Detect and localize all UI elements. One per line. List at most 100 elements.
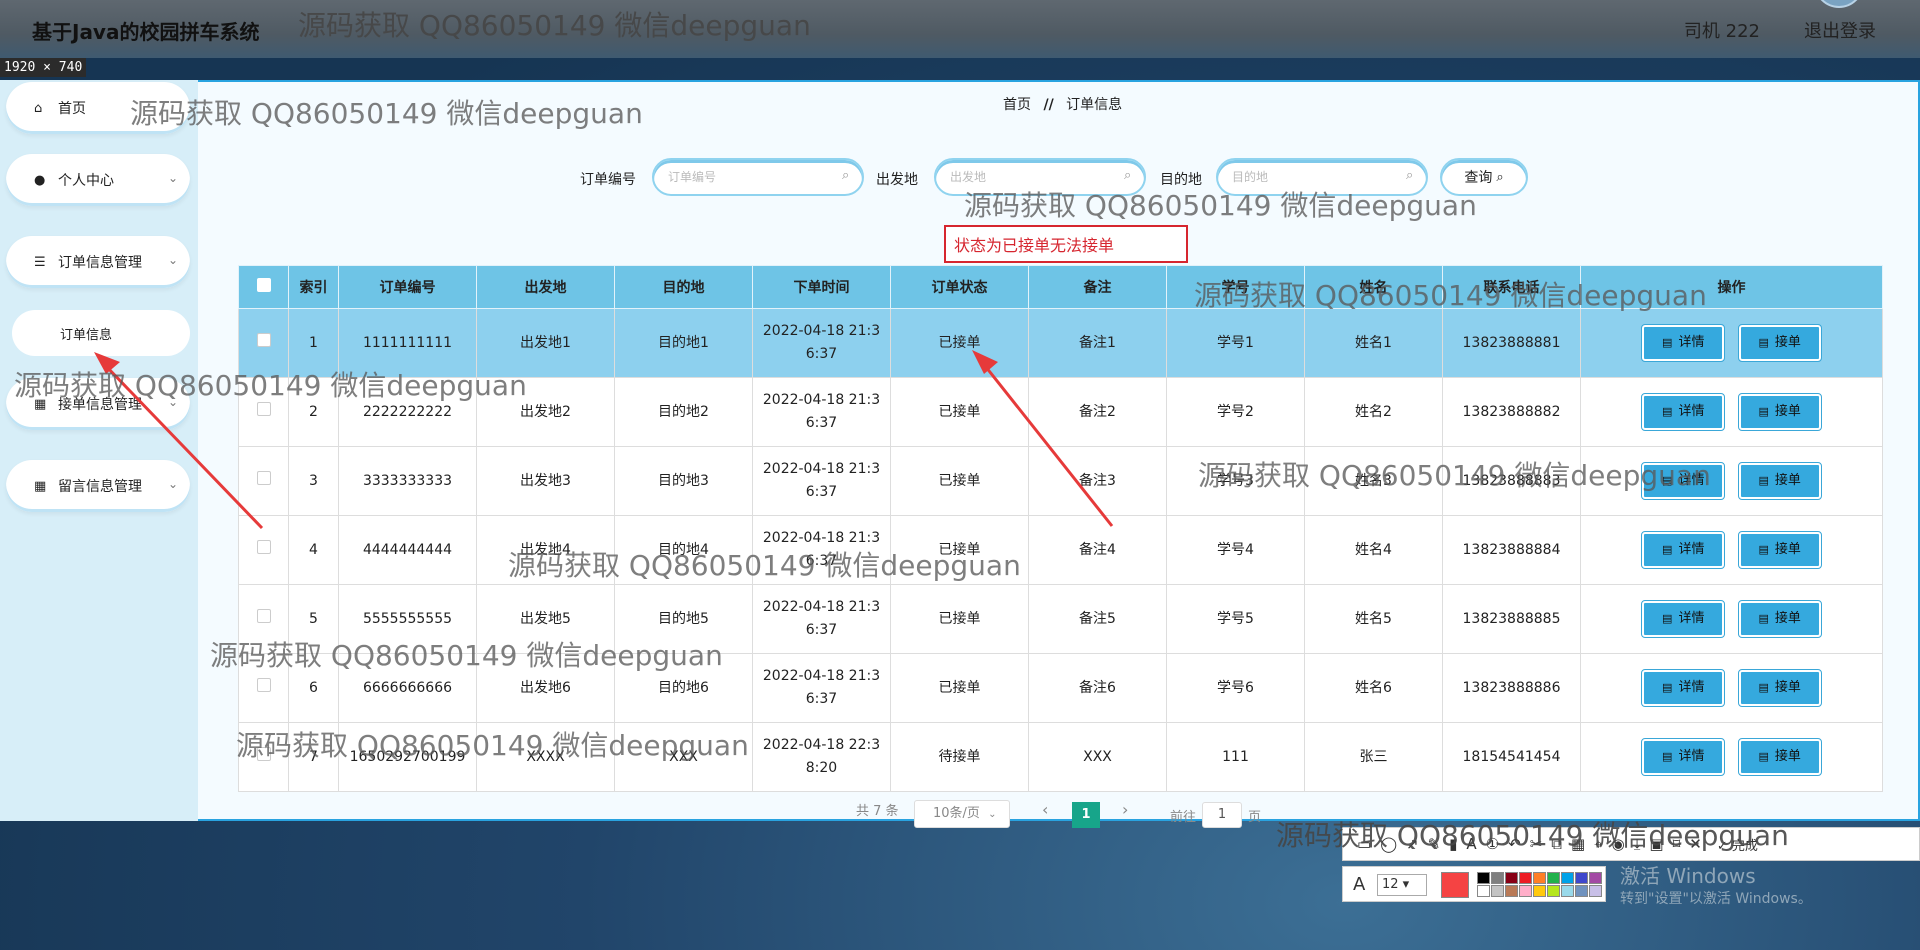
document-icon: ▤: [1662, 750, 1673, 763]
accept-button[interactable]: ▤ 接单: [1737, 393, 1822, 431]
record-icon[interactable]: ◉: [1612, 835, 1625, 853]
order-no-input[interactable]: [652, 158, 864, 196]
cell-name: 张三: [1304, 722, 1443, 792]
save-icon[interactable]: ▣: [1649, 835, 1663, 853]
color-swatch[interactable]: [1519, 872, 1532, 884]
detail-button[interactable]: ▤ 详情: [1641, 531, 1726, 569]
detail-button[interactable]: ▤ 详情: [1641, 600, 1726, 638]
color-swatch[interactable]: [1561, 872, 1574, 884]
row-checkbox[interactable]: [238, 722, 289, 792]
cut-icon[interactable]: ✂: [1530, 835, 1543, 853]
page-size-select[interactable]: 10条/页 ⌄: [914, 800, 1010, 828]
ellipse-icon[interactable]: ◯: [1380, 835, 1397, 853]
download-icon[interactable]: ⤓: [1634, 835, 1641, 853]
color-swatch[interactable]: [1505, 872, 1518, 884]
cell-name: 姓名6: [1304, 653, 1443, 723]
pin-icon[interactable]: ⌖: [1594, 835, 1602, 853]
cell-index: 7: [288, 722, 339, 792]
accept-button[interactable]: ▤ 接单: [1737, 531, 1822, 569]
cell-order-no: 1650292700199: [338, 722, 477, 792]
close-icon[interactable]: ✕: [1689, 835, 1702, 853]
color-swatch[interactable]: [1491, 885, 1504, 897]
color-swatch[interactable]: [1575, 872, 1588, 884]
table-row[interactable]: 6 6666666666 出发地6 目的地6 2022-04-18 21:3 6:…: [238, 653, 1883, 723]
row-checkbox[interactable]: [238, 308, 289, 378]
text-icon[interactable]: A: [1466, 835, 1476, 853]
table-row[interactable]: 7 1650292700199 XXXX XXX 2022-04-18 22:3…: [238, 722, 1883, 792]
detail-button[interactable]: ▤ 详情: [1641, 393, 1726, 431]
search-icon: ⌕: [1496, 169, 1504, 185]
row-checkbox[interactable]: [238, 446, 289, 516]
color-swatch[interactable]: [1533, 885, 1546, 897]
arrow-icon[interactable]: ↗: [1406, 835, 1419, 853]
column-header: 操作: [1580, 265, 1883, 309]
sidebar-subitem-order-info[interactable]: 订单信息: [12, 310, 190, 356]
color-swatch[interactable]: [1547, 885, 1560, 897]
origin-input[interactable]: [934, 158, 1146, 196]
color-swatch[interactable]: [1547, 872, 1560, 884]
sidebar-item-label: 个人中心: [58, 173, 114, 189]
detail-button[interactable]: ▤ 详情: [1641, 738, 1726, 776]
color-swatch[interactable]: [1519, 885, 1532, 897]
bookmark-icon[interactable]: ⌑: [1673, 835, 1681, 853]
select-all-checkbox[interactable]: [238, 265, 289, 309]
font-size-select[interactable]: 12 ▾: [1377, 874, 1427, 896]
table-row[interactable]: 1 1111111111 出发地1 目的地1 2022-04-18 21:3 6:…: [238, 308, 1883, 378]
cell-name: 姓名5: [1304, 584, 1443, 654]
destination-input[interactable]: [1216, 158, 1428, 196]
color-swatch[interactable]: [1477, 872, 1490, 884]
copy-icon[interactable]: ⧉: [1551, 835, 1562, 853]
sidebar-item-accept-management[interactable]: ▦ 接单信息管理 ⌄: [6, 378, 190, 430]
sidebar-item-personal-center[interactable]: ● 个人中心 ⌄: [6, 154, 190, 206]
detail-button[interactable]: ▤ 详情: [1641, 462, 1726, 500]
mosaic-icon[interactable]: ▦: [1571, 835, 1585, 853]
color-swatch[interactable]: [1589, 885, 1602, 897]
color-swatch[interactable]: [1533, 872, 1546, 884]
color-swatch[interactable]: [1505, 885, 1518, 897]
number-icon[interactable]: ①: [1486, 835, 1499, 853]
breadcrumb-home[interactable]: 首页: [1003, 97, 1031, 113]
sidebar-item-message-management[interactable]: ▦ 留言信息管理 ⌄: [6, 460, 190, 512]
pen-icon[interactable]: ✎: [1428, 835, 1441, 853]
table-row[interactable]: 2 2222222222 出发地2 目的地2 2022-04-18 21:3 6:…: [238, 377, 1883, 447]
avatar[interactable]: [1814, 0, 1864, 8]
document-icon: ▤: [1662, 405, 1673, 418]
done-button[interactable]: ✓ 完成: [1717, 835, 1758, 854]
table-row[interactable]: 3 3333333333 出发地3 目的地3 2022-04-18 21:3 6:…: [238, 446, 1883, 516]
row-checkbox[interactable]: [238, 584, 289, 654]
accept-button[interactable]: ▤ 接单: [1737, 669, 1822, 707]
row-checkbox[interactable]: [238, 515, 289, 585]
sidebar-item-home[interactable]: ⌂ 首页: [6, 82, 190, 134]
row-checkbox[interactable]: [238, 377, 289, 447]
color-swatch[interactable]: [1589, 872, 1602, 884]
current-color-swatch[interactable]: [1441, 872, 1469, 898]
color-swatch[interactable]: [1477, 885, 1490, 897]
detail-button-label: 详情: [1678, 611, 1705, 626]
accept-button[interactable]: ▤ 接单: [1737, 324, 1822, 362]
logout-link[interactable]: 退出登录: [1804, 17, 1876, 43]
rectangle-icon[interactable]: ▭: [1357, 835, 1371, 853]
current-page[interactable]: 1: [1072, 802, 1100, 828]
row-checkbox[interactable]: [238, 653, 289, 723]
accept-button[interactable]: ▤ 接单: [1737, 738, 1822, 776]
table-row[interactable]: 4 4444444444 出发地4 目的地4 2022-04-18 21:3 6:…: [238, 515, 1883, 585]
color-swatch[interactable]: [1561, 885, 1574, 897]
marker-icon[interactable]: ▮: [1449, 835, 1457, 853]
accept-button[interactable]: ▤ 接单: [1737, 462, 1822, 500]
accept-button[interactable]: ▤ 接单: [1737, 600, 1822, 638]
cell-status: 已接单: [890, 377, 1029, 447]
sidebar: ⌂ 首页 ● 个人中心 ⌄ ☰ 订单信息管理 ⌄ 订单信息 ▦ 接单信息管理 ⌄…: [0, 80, 198, 821]
undo-icon[interactable]: ↶: [1508, 835, 1521, 853]
color-swatch[interactable]: [1491, 872, 1504, 884]
table-row[interactable]: 5 5555555555 出发地5 目的地5 2022-04-18 21:3 6:…: [238, 584, 1883, 654]
detail-button[interactable]: ▤ 详情: [1641, 669, 1726, 707]
prev-page-button[interactable]: ‹: [1042, 800, 1048, 830]
detail-button-label: 详情: [1678, 542, 1705, 557]
goto-page-input[interactable]: 1: [1202, 802, 1242, 828]
query-button[interactable]: 查询 ⌕: [1440, 158, 1528, 196]
cell-order-time: 2022-04-18 21:3 6:37: [752, 446, 891, 516]
sidebar-item-order-management[interactable]: ☰ 订单信息管理 ⌄: [6, 236, 190, 288]
detail-button[interactable]: ▤ 详情: [1641, 324, 1726, 362]
color-swatch[interactable]: [1575, 885, 1588, 897]
next-page-button[interactable]: ›: [1122, 800, 1128, 830]
